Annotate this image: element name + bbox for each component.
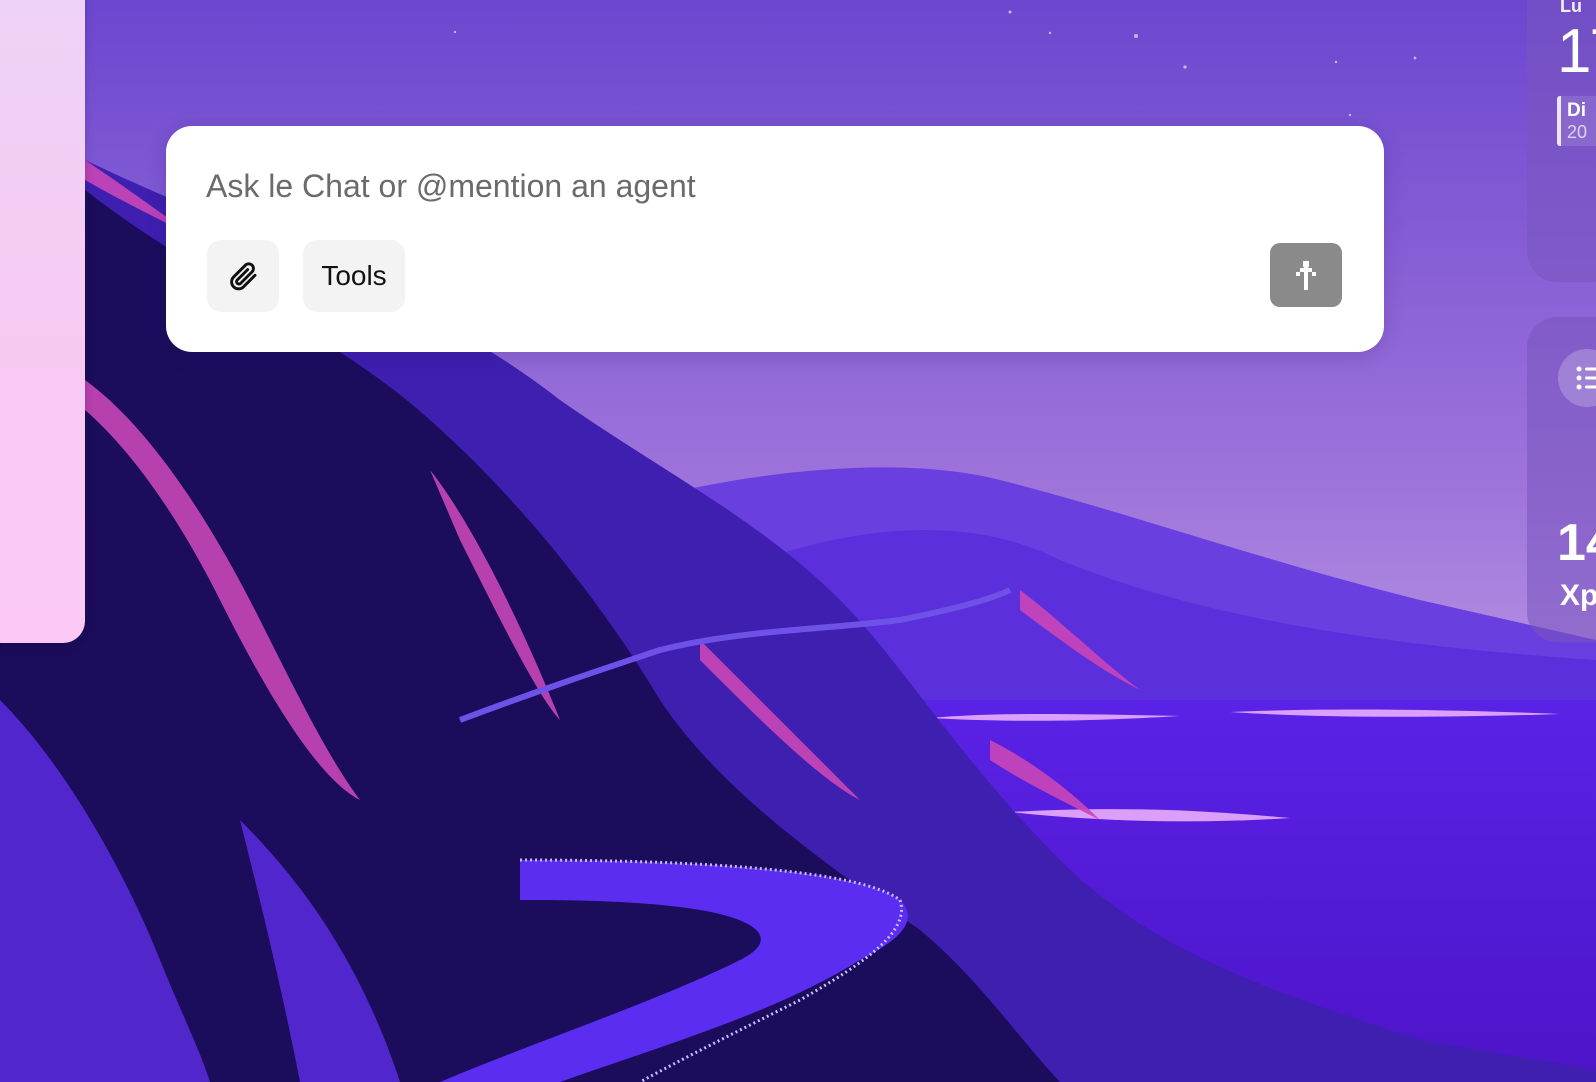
attach-button[interactable] — [207, 240, 279, 312]
chat-composer: Tools — [166, 126, 1384, 352]
prompt-input[interactable] — [206, 166, 1306, 206]
reminders-count: 14 — [1557, 514, 1596, 572]
calendar-event[interactable]: Di 20 — [1557, 96, 1596, 146]
calendar-event-title: Di — [1567, 100, 1586, 121]
tools-button[interactable]: Tools — [303, 240, 405, 312]
list-icon[interactable] — [1558, 349, 1596, 407]
paperclip-icon — [227, 260, 259, 292]
reminders-widget[interactable]: 14 Xp — [1527, 317, 1596, 642]
calendar-date: 17 — [1557, 17, 1596, 86]
calendar-day-label: Lu — [1560, 0, 1582, 16]
background-window[interactable] — [0, 0, 85, 643]
calendar-event-time: 20 — [1567, 122, 1588, 142]
send-button[interactable] — [1270, 243, 1342, 307]
calendar-widget[interactable]: Lu 17 Di 20 — [1527, 0, 1596, 282]
arrow-up-icon — [1291, 258, 1321, 292]
reminders-list-name: Xp — [1560, 579, 1596, 612]
